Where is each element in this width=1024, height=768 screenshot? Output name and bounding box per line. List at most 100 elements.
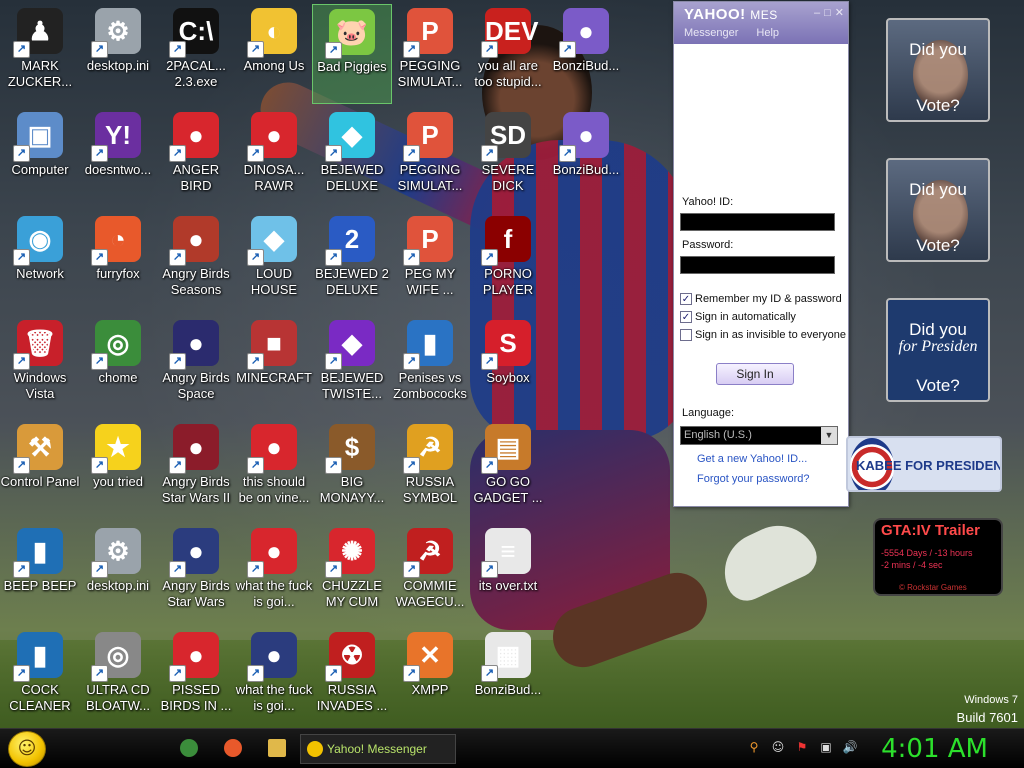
- desktop-icon[interactable]: ●this should be on vine...: [234, 420, 314, 520]
- vote-gadget-obama[interactable]: Did you Vote?: [886, 18, 990, 122]
- desktop-icon[interactable]: ◉Network: [0, 212, 80, 312]
- desktop-icon[interactable]: ≡its over.txt: [468, 524, 548, 624]
- desktop-icon-label: what the fuck is goi...: [235, 682, 313, 713]
- desktop-icon[interactable]: ⚙desktop.ini: [78, 524, 158, 624]
- desktop-icon[interactable]: ●what the fuck is goi...: [234, 628, 314, 728]
- messenger-tray-icon[interactable]: ☺: [770, 739, 786, 755]
- volume-icon[interactable]: 🔊: [842, 739, 858, 755]
- maximize-icon[interactable]: □: [824, 7, 831, 19]
- chrome-taskbar-icon[interactable]: [180, 739, 198, 757]
- folder-taskbar-icon[interactable]: [268, 739, 286, 757]
- start-button[interactable]: ☺: [8, 731, 46, 767]
- taskbar-clock[interactable]: 4:01 AM: [881, 732, 988, 766]
- desktop-icon[interactable]: ☭RUSSIA SYMBOL: [390, 420, 470, 520]
- huckabee-gadget[interactable]: KABEE FOR PRESIDENT: [846, 436, 1002, 492]
- desktop-icon-label: ULTRA CD BLOATW...: [85, 682, 151, 713]
- desktop-icon[interactable]: ●Angry Birds Seasons: [156, 212, 236, 312]
- desktop-icon[interactable]: ◔furryfox: [78, 212, 158, 312]
- desktop-icon[interactable]: 🗑Windows Vista: [0, 316, 80, 416]
- yahoo-messenger-window[interactable]: YAHOO! MES – □ ✕ Messenger Help Yahoo! ID: …: [673, 1, 849, 507]
- forgot-password-link[interactable]: Forgot your password?: [697, 473, 810, 485]
- desktop-icon[interactable]: SDSEVERE DICK: [468, 108, 548, 208]
- desktop-icon[interactable]: ★you tried: [78, 420, 158, 520]
- desktop-icon[interactable]: ◎chome: [78, 316, 158, 416]
- app-icon: ◉: [13, 216, 63, 266]
- app-icon: ●: [169, 528, 219, 578]
- close-icon[interactable]: ✕: [835, 7, 844, 19]
- desktop-icon[interactable]: ▣Computer: [0, 108, 80, 208]
- desktop-icon[interactable]: fPORNO PLAYER: [468, 212, 548, 312]
- desktop-icon[interactable]: PPEG MY WIFE ...: [390, 212, 470, 312]
- app-icon: ♟: [13, 8, 63, 58]
- chevron-down-icon[interactable]: ▼: [821, 427, 837, 444]
- desktop-icon[interactable]: ●Angry Birds Space: [156, 316, 236, 416]
- remember-checkbox-row[interactable]: ✓ Remember my ID & password: [680, 293, 842, 305]
- desktop-icon[interactable]: ●ANGER BIRD: [156, 108, 236, 208]
- desktop-icon[interactable]: SSoybox: [468, 316, 548, 416]
- desktop-icon-label: Computer: [11, 162, 69, 177]
- vote-gadget-president[interactable]: Did you for Presiden Vote?: [886, 298, 990, 402]
- menu-help[interactable]: Help: [756, 27, 779, 39]
- desktop-icon[interactable]: ▮BEEP BEEP: [0, 524, 80, 624]
- yahoo-messenger-taskbar-button[interactable]: Yahoo! Messenger: [300, 734, 456, 764]
- language-select[interactable]: English (U.S.) ▼: [680, 426, 838, 445]
- password-input[interactable]: [680, 256, 835, 274]
- desktop-icon[interactable]: ▮Penises vs Zombococks: [390, 316, 470, 416]
- menu-messenger[interactable]: Messenger: [684, 27, 738, 39]
- app-icon: 🗑: [13, 320, 63, 370]
- desktop-icon[interactable]: ☭COMMIE WAGECU...: [390, 524, 470, 624]
- desktop-icon[interactable]: ♟MARK ZUCKER...: [0, 4, 80, 104]
- desktop-icon[interactable]: ●Angry Birds Star Wars II: [156, 420, 236, 520]
- auto-signin-checkbox-row[interactable]: ✓ Sign in automatically: [680, 311, 796, 323]
- desktop-icon[interactable]: PPEGGING SIMULAT...: [390, 108, 470, 208]
- invisible-checkbox[interactable]: [680, 329, 692, 341]
- desktop-icon[interactable]: ●BonziBud...: [546, 108, 626, 208]
- desktop-icon-label: furryfox: [96, 266, 140, 281]
- desktop-icon[interactable]: ●BonziBud...: [546, 4, 626, 104]
- new-id-link[interactable]: Get a new Yahoo! ID...: [697, 453, 807, 465]
- desktop-icon[interactable]: ✺CHUZZLE MY CUM: [312, 524, 392, 624]
- yahoo-id-input[interactable]: [680, 213, 835, 231]
- desktop-icon[interactable]: ◆BEJEWED DELUXE: [312, 108, 392, 208]
- desktop-icon[interactable]: 2BEJEWED 2 DELUXE: [312, 212, 392, 312]
- gta-countdown-gadget[interactable]: GTA:IV Trailer -5554 Days / -13 hours -2…: [873, 518, 1003, 596]
- desktop-icon-label: LOUD HOUSE: [250, 266, 298, 297]
- desktop-icon[interactable]: ●Angry Birds Star Wars: [156, 524, 236, 624]
- desktop-icon[interactable]: ▮COCK CLEANER: [0, 628, 80, 728]
- desktop-icon[interactable]: ■MINECRAFT: [234, 316, 314, 416]
- invisible-checkbox-row[interactable]: Sign in as invisible to everyone: [680, 329, 846, 341]
- desktop-icon[interactable]: $BIG MONAYY...: [312, 420, 392, 520]
- desktop-icon[interactable]: ☢RUSSIA INVADES ...: [312, 628, 392, 728]
- messenger-titlebar[interactable]: YAHOO! MES – □ ✕ Messenger Help: [674, 2, 848, 44]
- desktop-icon[interactable]: ◐Among Us: [234, 4, 314, 104]
- search-icon[interactable]: ⚲: [746, 739, 762, 755]
- desktop-icon-label: SEVERE DICK: [481, 162, 535, 193]
- desktop-icon[interactable]: ✕XMPP: [390, 628, 470, 728]
- network-icon[interactable]: ▣: [818, 739, 834, 755]
- desktop-icon[interactable]: 🐷Bad Piggies: [312, 4, 392, 104]
- remember-checkbox[interactable]: ✓: [680, 293, 692, 305]
- desktop-icon[interactable]: ◆LOUD HOUSE: [234, 212, 314, 312]
- desktop-icon-label: BEJEWED 2 DELUXE: [315, 266, 389, 297]
- desktop-icon[interactable]: ◆BEJEWED TWISTE...: [312, 316, 392, 416]
- desktop-icon-label: Network: [16, 266, 64, 281]
- desktop-icon[interactable]: ⚒Control Panel: [0, 420, 80, 520]
- desktop-icon[interactable]: Y!doesntwo...: [78, 108, 158, 208]
- desktop-icon[interactable]: ▦BonziBud...: [468, 628, 548, 728]
- desktop-icon[interactable]: DEVyou all are too stupid...: [468, 4, 548, 104]
- desktop-icon-label: DINOSA... RAWR: [243, 162, 305, 193]
- vote-gadget-mccain[interactable]: Did you Vote?: [886, 158, 990, 262]
- action-center-flag-icon[interactable]: ⚑: [794, 739, 810, 755]
- auto-signin-checkbox[interactable]: ✓: [680, 311, 692, 323]
- desktop-icon[interactable]: PPEGGING SIMULAT...: [390, 4, 470, 104]
- desktop-icon[interactable]: C:\2PACAL... 2.3.exe: [156, 4, 236, 104]
- desktop-icon[interactable]: ⚙desktop.ini: [78, 4, 158, 104]
- desktop-icon[interactable]: ●DINOSA... RAWR: [234, 108, 314, 208]
- minimize-icon[interactable]: –: [814, 7, 820, 19]
- desktop-icon[interactable]: ▤GO GO GADGET ...: [468, 420, 548, 520]
- firefox-taskbar-icon[interactable]: [224, 739, 242, 757]
- sign-in-button[interactable]: Sign In: [716, 363, 794, 385]
- desktop-icon[interactable]: ◎ULTRA CD BLOATW...: [78, 628, 158, 728]
- desktop-icon[interactable]: ●what the fuck is goi...: [234, 524, 314, 624]
- desktop-icon[interactable]: ●PISSED BIRDS IN ...: [156, 628, 236, 728]
